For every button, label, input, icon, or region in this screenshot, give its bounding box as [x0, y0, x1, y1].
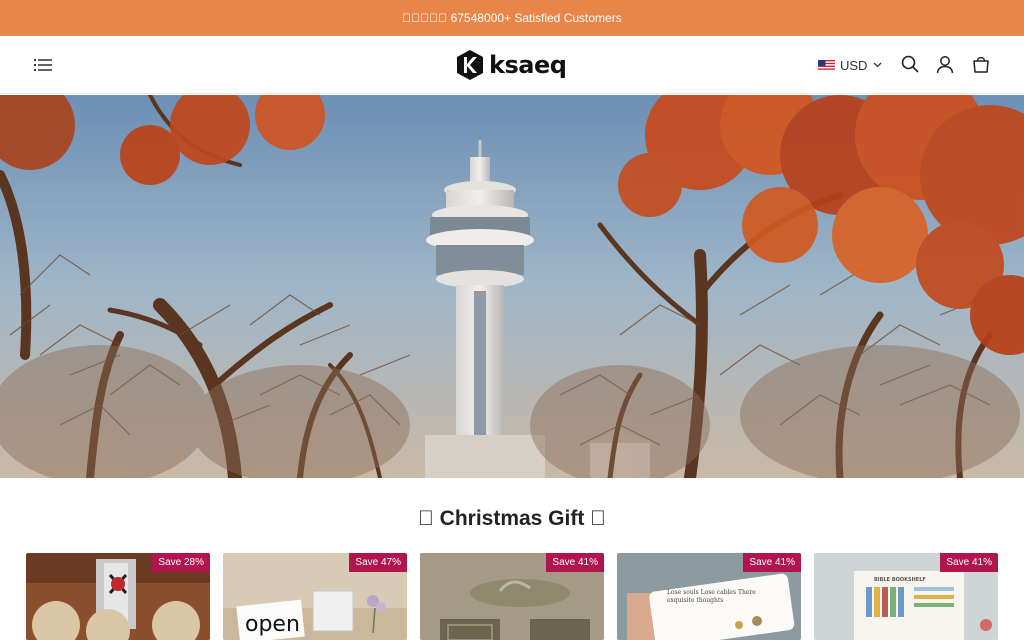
announcement-text: 󰀀󰀀󰀀󰀀󰀀 67548000+ Satisfied Customers: [402, 11, 622, 25]
section-title: 󰀀 Christmas Gift 󰀀: [418, 507, 606, 530]
site-header: ksaeq USD: [0, 36, 1024, 94]
chevron-down-icon: [873, 62, 882, 68]
product-card[interactable]: Lose souls Lose cables There exquisite t…: [617, 553, 801, 640]
menu-icon[interactable]: [33, 57, 53, 73]
announcement-bar: 󰀀󰀀󰀀󰀀󰀀 67548000+ Satisfied Customers: [0, 0, 1024, 36]
currency-selector[interactable]: USD: [818, 56, 882, 74]
discount-badge: Save 41%: [743, 553, 801, 572]
search-icon[interactable]: [900, 54, 920, 74]
account-icon[interactable]: [935, 54, 955, 74]
brand-name: ksaeq: [489, 51, 567, 79]
cart-icon[interactable]: [971, 54, 991, 74]
product-image-text: BIBLE BOOKSHELF: [874, 577, 926, 583]
product-card[interactable]: Save 41%: [420, 553, 604, 640]
logo-mark-icon: [457, 50, 483, 80]
brand-logo[interactable]: ksaeq: [456, 48, 567, 82]
hero-banner-image[interactable]: [0, 95, 1024, 478]
discount-badge: Save 41%: [940, 553, 998, 572]
us-flag-icon: [818, 59, 835, 71]
product-card[interactable]: open Save 47%: [223, 553, 407, 640]
product-card[interactable]: Save 28%: [26, 553, 210, 640]
discount-badge: Save 41%: [546, 553, 604, 572]
product-image-text: open: [245, 612, 300, 637]
product-carousel: Save 28% open Save 47% Save 41% Lose sou…: [26, 553, 998, 640]
discount-badge: Save 28%: [152, 553, 210, 572]
discount-badge: Save 47%: [349, 553, 407, 572]
product-image-text: Lose souls Lose cables There exquisite t…: [667, 589, 756, 604]
product-card[interactable]: BIBLE BOOKSHELF Save 41%: [814, 553, 998, 640]
currency-code: USD: [840, 57, 868, 73]
